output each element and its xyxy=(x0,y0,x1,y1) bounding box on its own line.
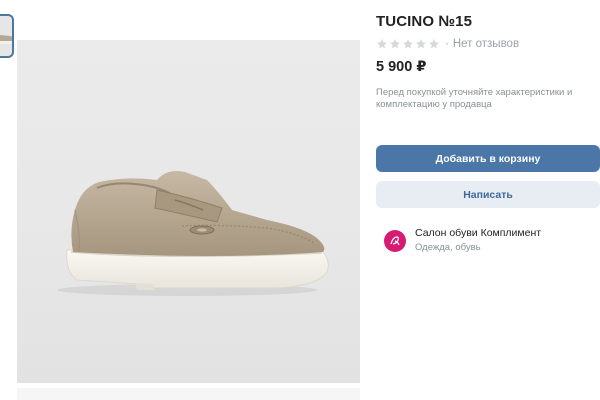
seller-name[interactable]: Салон обуви Комплимент xyxy=(415,227,541,240)
separator-dot: · xyxy=(445,38,449,50)
add-to-cart-button[interactable]: Добавить в корзину xyxy=(376,145,600,172)
shoe-image xyxy=(57,171,329,296)
star-icon xyxy=(416,39,426,49)
product-title: TUCINO №15 xyxy=(376,13,473,30)
star-icon xyxy=(403,39,413,49)
photo-bottom-edge xyxy=(17,388,360,400)
seller-card[interactable]: Салон обуви Комплимент Одежда, обувь xyxy=(384,227,541,254)
seller-category: Одежда, обувь xyxy=(415,242,481,253)
thumbnail-shoe-image xyxy=(0,35,12,44)
star-icon xyxy=(390,39,400,49)
rating-row[interactable]: · Нет отзывов xyxy=(376,37,519,51)
star-icon xyxy=(429,39,439,49)
rating-stars xyxy=(376,38,440,50)
product-thumbnail[interactable] xyxy=(0,14,14,58)
message-seller-button[interactable]: Написать xyxy=(376,181,600,208)
product-price: 5 900 ₽ xyxy=(376,59,427,75)
reviews-count-text[interactable]: Нет отзывов xyxy=(453,38,519,50)
seller-avatar[interactable] xyxy=(384,230,406,252)
product-photo[interactable] xyxy=(17,40,360,383)
star-icon xyxy=(377,39,387,49)
seller-logo-icon xyxy=(390,236,400,246)
purchase-note: Перед покупкой уточняйте характеристики … xyxy=(376,87,573,110)
